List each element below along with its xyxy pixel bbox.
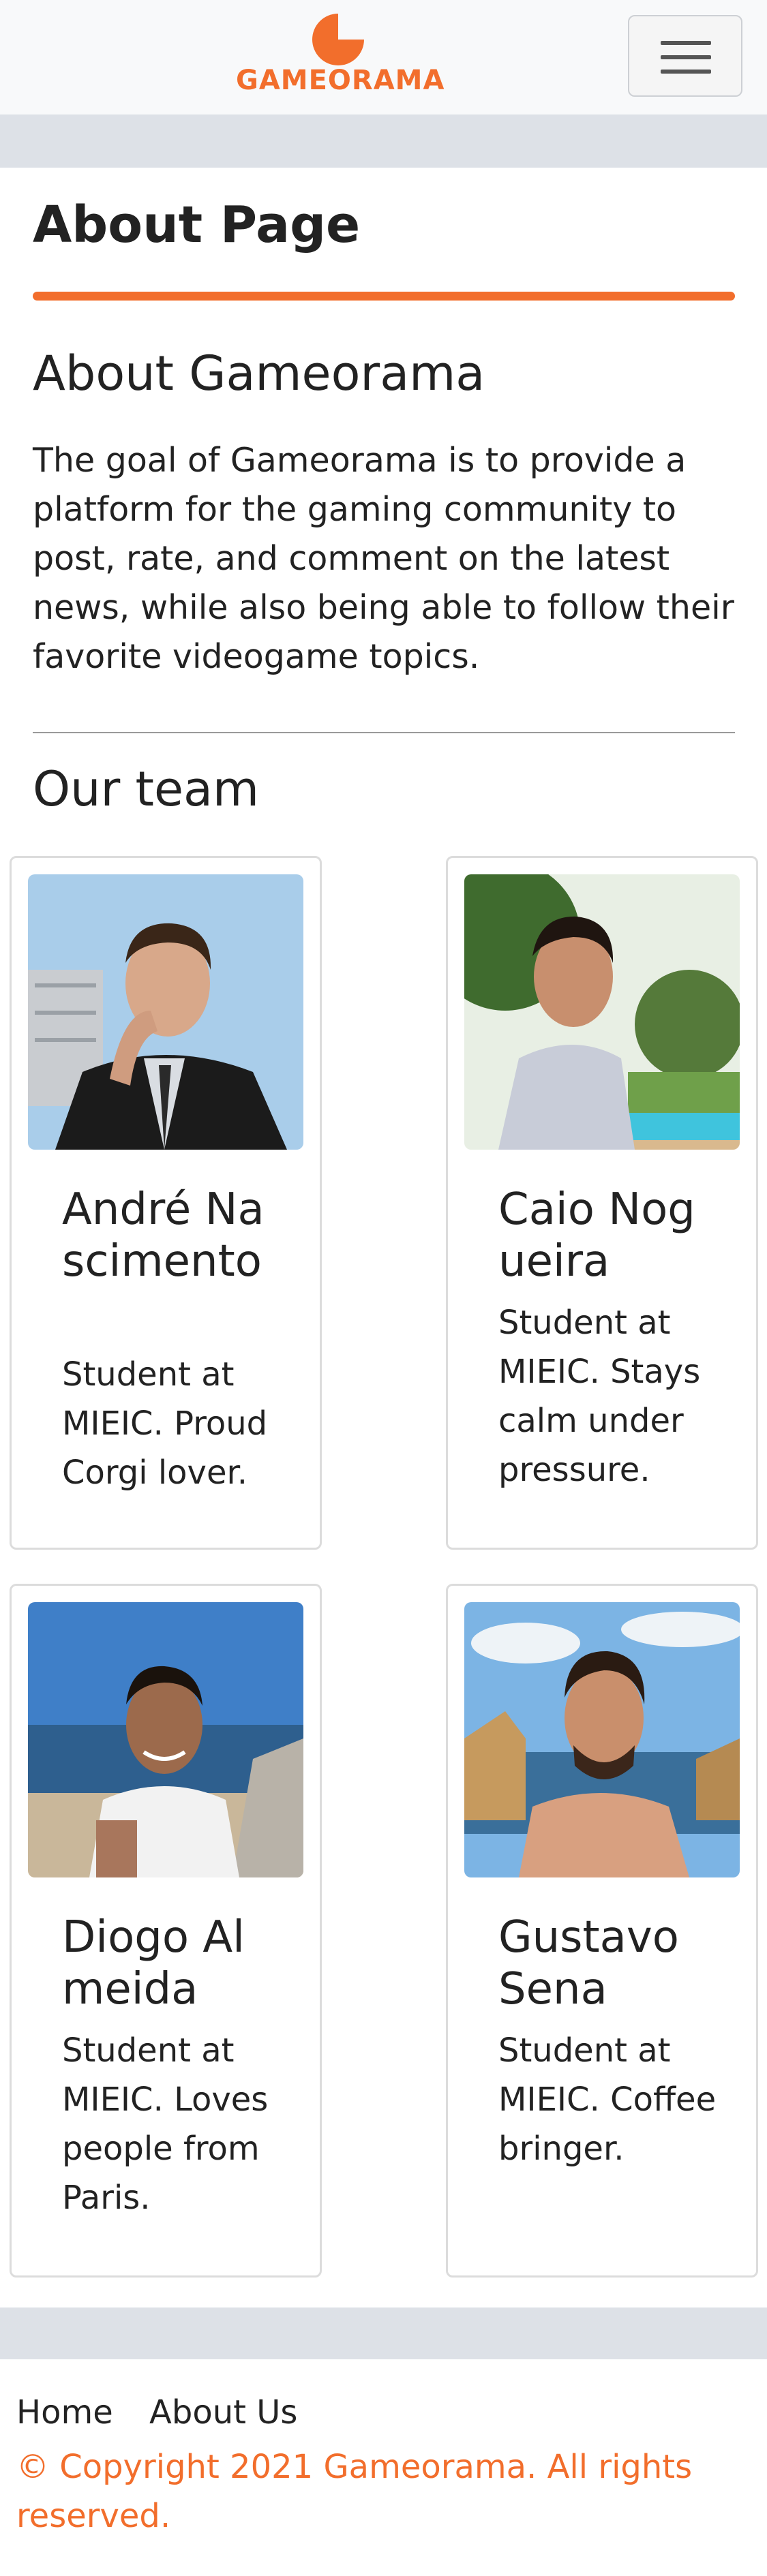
member-name: Gustavo Sena [498, 1912, 679, 2014]
about-description: The goal of Gameorama is to provide a pl… [33, 441, 734, 676]
title-underline [33, 292, 735, 301]
member-photo [28, 874, 303, 1150]
brand-logo[interactable]: GAMEORAMA [236, 14, 445, 99]
member-bio: Student at MIEIC. Loves people from Pari… [62, 2031, 269, 2217]
about-heading: About Gameorama [33, 346, 485, 401]
team-member-card: Diogo Almeida Student at MIEIC. Loves pe… [10, 1584, 322, 2278]
member-photo [464, 1602, 740, 1877]
member-photo [28, 1602, 303, 1877]
section-divider [33, 732, 735, 733]
logo-text: GAMEORAMA [236, 65, 445, 96]
member-name: Caio Nogueira [498, 1184, 695, 1287]
footer-link-home[interactable]: Home [16, 2393, 113, 2432]
team-heading: Our team [33, 761, 260, 817]
member-bio: Student at MIEIC. Stays calm under press… [498, 1304, 701, 1489]
team-member-card: Caio Nogueira Student at MIEIC. Stays ca… [446, 856, 758, 1550]
member-photo [464, 874, 740, 1150]
page-title: About Page [33, 196, 361, 254]
hamburger-icon [661, 41, 711, 45]
navbar-toggler-button[interactable] [628, 15, 742, 97]
team-member-card: André Nascimento Student at MIEIC. Proud… [10, 856, 322, 1550]
copyright-text: © Copyright 2021 Gameorama. All rights r… [16, 2448, 693, 2535]
member-bio: Student at MIEIC. Coffee bringer. [498, 2031, 717, 2168]
member-bio: Student at MIEIC. Proud Corgi lover. [62, 1355, 268, 1492]
member-name: Diogo Almeida [62, 1912, 245, 2014]
footer-links: Home About Us [16, 2393, 323, 2432]
team-member-card: Gustavo Sena Student at MIEIC. Coffee br… [446, 1584, 758, 2278]
footer-link-about[interactable]: About Us [149, 2393, 297, 2432]
navbar: GAMEORAMA [0, 0, 767, 114]
member-name: André Nascimento [62, 1184, 265, 1287]
